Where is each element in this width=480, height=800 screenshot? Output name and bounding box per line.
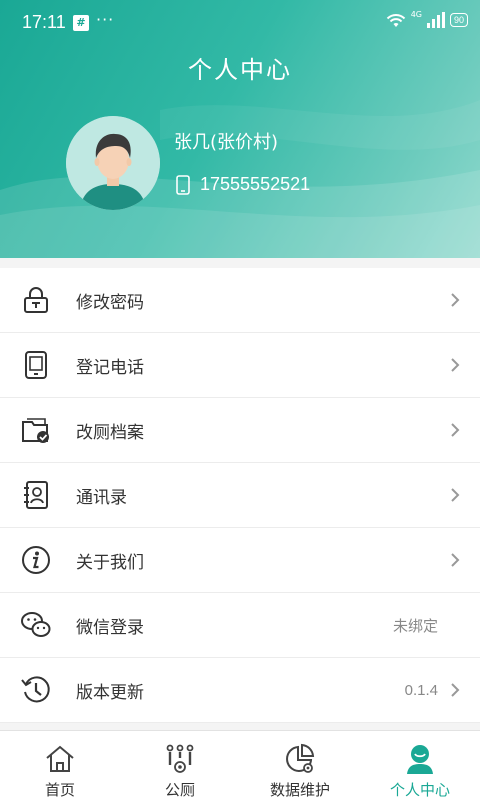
menu-label: 修改密码	[76, 292, 144, 313]
menu-item-toilet-archive[interactable]: 改厕档案	[0, 398, 480, 463]
menu-label: 通讯录	[76, 487, 127, 508]
home-icon	[46, 745, 74, 772]
battery-indicator: 90	[449, 13, 468, 27]
public-toilet-icon	[166, 744, 194, 773]
wifi-icon	[386, 14, 405, 27]
mobile-phone-icon	[176, 175, 190, 195]
lock-icon	[24, 287, 48, 313]
menu-label: 改厕档案	[76, 422, 144, 443]
tab-public-toilet[interactable]: 公厕	[120, 731, 240, 800]
tab-home[interactable]: 首页	[0, 731, 120, 800]
tab-label: 公厕	[164, 781, 195, 799]
menu-label: 登记电话	[76, 357, 144, 378]
menu-item-version-update[interactable]: 版本更新 0.1.4	[0, 658, 480, 723]
chevron-right-icon	[451, 293, 460, 307]
menu-item-contacts[interactable]: 通讯录	[0, 463, 480, 528]
avatar[interactable]	[66, 116, 160, 210]
chevron-right-icon	[451, 358, 460, 372]
menu-item-register-phone[interactable]: 登记电话	[0, 333, 480, 398]
chevron-right-icon	[451, 553, 460, 567]
profile-icon	[407, 745, 433, 774]
user-phone: 17555552521	[200, 174, 311, 194]
info-icon	[22, 546, 50, 574]
bottom-tab-bar: 首页 公厕 数据维护 个人中心	[0, 730, 480, 800]
menu-item-wechat-login[interactable]: 微信登录 未绑定	[0, 593, 480, 658]
phone-register-icon	[25, 351, 47, 379]
chevron-right-icon	[451, 423, 460, 437]
version-number: 0.1.4	[404, 681, 438, 699]
chevron-right-icon	[451, 488, 460, 502]
user-name: 张几(张价村)	[174, 132, 279, 153]
history-icon	[21, 676, 50, 703]
avatar-person-icon	[66, 116, 160, 210]
menu-label: 版本更新	[76, 682, 144, 703]
tab-profile[interactable]: 个人中心	[360, 731, 480, 800]
status-bar: 17:11 # ··· 4G 90	[0, 0, 480, 46]
contacts-icon	[24, 481, 48, 509]
menu-label: 关于我们	[76, 552, 144, 573]
profile-header: 17:11 # ··· 4G 90 个人中心 张几(张价村) 175555525…	[0, 0, 480, 258]
wechat-icon	[21, 612, 51, 637]
tab-label: 个人中心	[389, 781, 450, 799]
status-time: 17:11	[22, 12, 66, 32]
page-title: 个人中心	[188, 56, 292, 84]
tab-label: 首页	[44, 781, 75, 799]
network-type: 4G	[410, 9, 422, 19]
menu-item-about-us[interactable]: 关于我们	[0, 528, 480, 593]
settings-menu: 修改密码 登记电话 改厕档案 通讯录 关于我们 微信登录 未绑定 版本更新 0.…	[0, 268, 480, 723]
more-notifications-icon: ···	[96, 10, 115, 29]
menu-label: 微信登录	[76, 617, 144, 638]
signal-icon	[426, 12, 445, 28]
menu-item-change-password[interactable]: 修改密码	[0, 268, 480, 333]
wechat-bind-status: 未绑定	[392, 617, 438, 635]
tab-label: 数据维护	[269, 781, 330, 799]
tab-data-maintenance[interactable]: 数据维护	[240, 731, 360, 800]
notification-badge: #	[73, 15, 89, 31]
archive-folder-icon	[22, 418, 49, 443]
data-chart-icon	[286, 743, 315, 773]
chevron-right-icon	[451, 683, 460, 697]
